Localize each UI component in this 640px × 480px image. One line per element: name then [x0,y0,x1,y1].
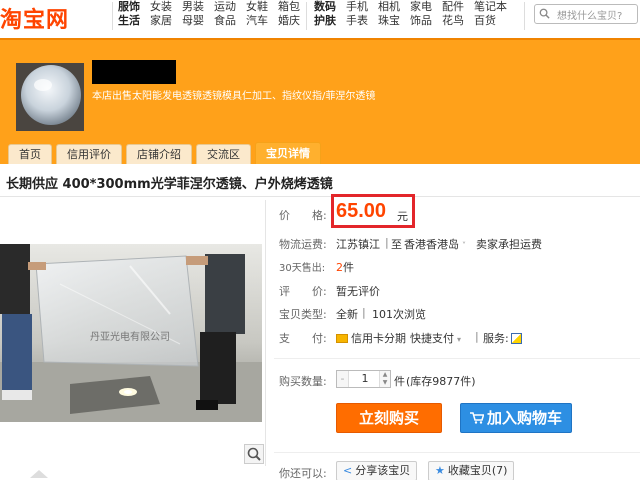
service-icon[interactable] [510,333,522,344]
ship-destination: 香港香港岛 [404,238,459,251]
category-link-0[interactable]: 数码 [314,0,344,14]
ship-to-prefix: 至 [391,238,402,251]
category-nav-right: 数码 手机 相机 家电 配件 笔记本护肤 手表 珠宝 饰品 花鸟 百货 [314,0,507,28]
photo-watermark: 丹亚光电有限公司 [90,332,170,343]
ship-separator: | [385,236,389,249]
section-divider [274,358,640,359]
category-link-2[interactable]: 相机 [378,0,408,14]
quantity-arrows[interactable]: ▲ ▼ [379,371,390,387]
shop-logo-image[interactable] [16,63,84,131]
search-input[interactable]: 想找什么宝贝? [557,7,622,22]
category-link-6[interactable]: 生活 [118,14,148,28]
star-icon: ★ [435,464,445,477]
category-link-1[interactable]: 女装 [150,0,180,14]
search-box[interactable]: 想找什么宝贝? [534,4,638,24]
review-value[interactable]: 暂无评价 [336,283,380,299]
shipping-label: 物流运费: [279,238,327,251]
buy-now-button[interactable]: 立刻购买 [336,403,442,433]
service-separator: | [475,330,479,343]
taobao-logo[interactable]: 淘宝网 [0,2,69,34]
category-link-5[interactable]: 箱包 [278,0,308,14]
cart-icon [469,412,484,424]
type-label: 宝贝类型: [279,308,327,321]
category-link-10[interactable]: 花鸟 [442,14,472,28]
category-link-4[interactable]: 配件 [442,0,472,14]
category-link-10[interactable]: 汽车 [246,14,276,28]
category-link-6[interactable]: 护肤 [314,14,344,28]
shop-description: 本店出售太阳能发电透镜透镜模具仁加工、指纹仪指/菲涅尔透镜 [92,91,376,102]
quantity-input[interactable]: 1 [351,372,379,385]
stock-count: (库存9877件) [406,375,476,388]
product-title: 长期供应 400*300mm光学菲涅尔透镜、户外烧烤透镜 [6,177,333,192]
category-link-5[interactable]: 笔记本 [474,0,507,14]
quantity-unit: 件 [394,375,405,388]
payment-label: 支 付: [279,332,327,345]
share-icon: < [343,464,353,477]
service-label: 服务: [483,330,522,346]
category-link-2[interactable]: 男装 [182,0,212,14]
shop-name-redacted [92,60,176,84]
price-value: 65.00 [336,200,387,222]
quantity-stepper[interactable]: - 1 ▲ ▼ [336,370,391,388]
type-value: 全新 [336,308,358,321]
shop-tab-0[interactable]: 首页 [8,144,52,164]
credit-installment-link[interactable]: 信用卡分期 [336,330,406,346]
shop-tab-1[interactable]: 信用评价 [56,144,122,164]
chevron-down-icon: ▾ [457,335,462,344]
review-label: 评 价: [279,285,327,298]
thumbnail-indicator [30,470,48,478]
shop-tab-4[interactable]: 宝贝详情 [255,142,321,164]
header-divider [524,2,525,30]
quantity-decrease-button[interactable]: - [337,371,349,387]
shop-tab-3[interactable]: 交流区 [196,144,251,164]
shipping-fee: 卖家承担运费 [476,238,542,251]
category-link-11[interactable]: 婚庆 [278,14,308,28]
product-main-photo[interactable]: 丹亚光电有限公司 [0,244,262,422]
category-link-8[interactable]: 珠宝 [378,14,408,28]
share-button[interactable]: < 分享该宝贝 [336,461,418,480]
category-link-0[interactable]: 服饰 [118,0,148,14]
sold-unit: 件 [343,261,354,274]
category-link-3[interactable]: 家电 [410,0,440,14]
title-divider [0,196,640,197]
category-link-3[interactable]: 运动 [214,0,244,14]
add-to-cart-button[interactable]: 加入购物车 [460,403,572,433]
add-to-cart-label: 加入购物车 [486,409,562,427]
category-link-8[interactable]: 母婴 [182,14,212,28]
chevron-down-icon: ˅ [462,241,466,250]
search-icon[interactable] [539,8,550,19]
header-divider [112,2,113,30]
ship-destination-select[interactable]: 香港香港岛 ˅ [404,236,466,252]
sold-count: 2 [336,261,343,274]
credit-card-icon [336,334,348,343]
quantity-label: 购买数量: [279,375,327,388]
category-link-7[interactable]: 家居 [150,14,180,28]
category-link-7[interactable]: 手表 [346,14,376,28]
shop-tab-2[interactable]: 店铺介绍 [126,144,192,164]
section-divider [274,452,640,453]
category-link-9[interactable]: 食品 [214,14,244,28]
quick-pay-link[interactable]: 快捷支付 ▾ [410,330,461,346]
shop-nav-tabs: 首页 信用评价 店铺介绍 交流区 宝贝详情 [8,142,321,164]
category-link-11[interactable]: 百货 [474,14,504,28]
lens-sphere-image [16,63,84,131]
header-divider [306,2,307,30]
top-header: 淘宝网 服饰 女装 男装 运动 女鞋 箱包生活 家居 母婴 食品 汽车 婚庆 数码 手机 相机 家电 配件笔… [0,0,640,36]
zoom-button[interactable] [244,444,264,464]
also-can-label: 你还可以: [279,467,327,480]
view-count: 101次浏览 [372,308,426,321]
price-unit: 元 [397,210,408,223]
category-link-4[interactable]: 女鞋 [246,0,276,14]
favorite-button[interactable]: ★ 收藏宝贝(7) [428,461,515,480]
ship-from: 江苏镇江 [336,238,380,251]
taobao-item-page: { "header": { "logo_text": "淘宝网", "categ… [0,0,640,480]
category-nav-left: 服饰 女装 男装 运动 女鞋 箱包生活 家居 母婴 食品 汽车 婚庆 [118,0,308,28]
sold-label: 30天售出: [279,263,326,274]
views-separator: | [362,306,366,319]
category-link-9[interactable]: 饰品 [410,14,440,28]
banner-stripe [0,38,640,40]
zoom-icon [247,447,261,461]
category-link-1[interactable]: 手机 [346,0,376,14]
price-label: 价 格: [279,209,327,222]
